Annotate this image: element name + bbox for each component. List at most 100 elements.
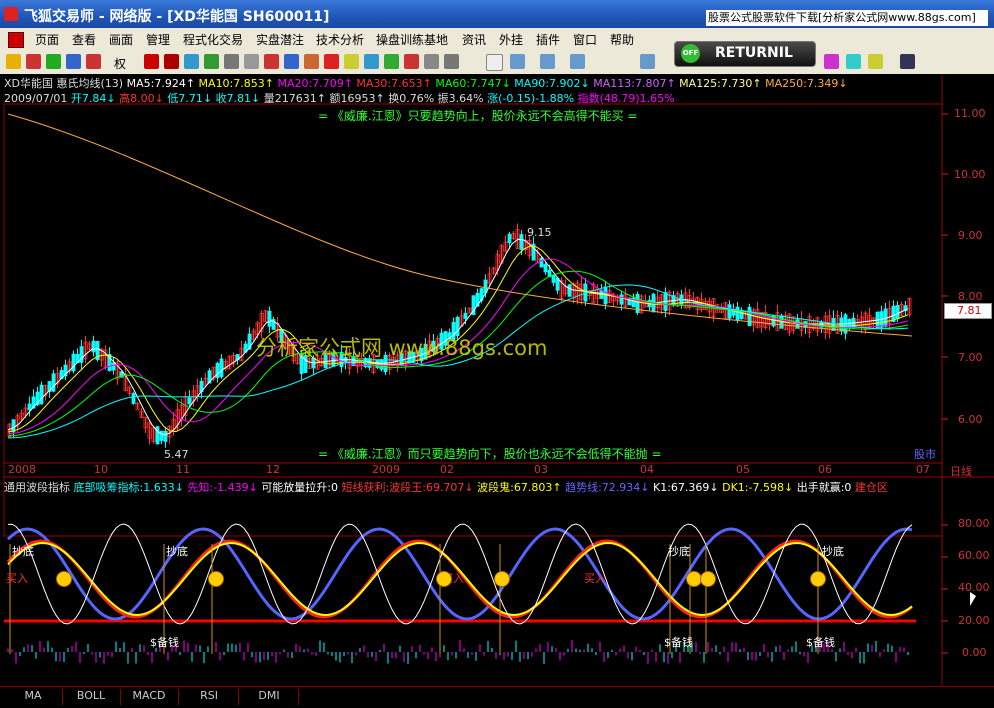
fib-tool-icon[interactable] <box>570 54 585 69</box>
beiqian-label: $备钱 <box>664 636 693 649</box>
ad-banner[interactable]: 股票公式股票软件下载[分析家公式网www.88gs.com] <box>706 10 988 26</box>
glasses-icon[interactable] <box>144 54 159 69</box>
menu-help[interactable]: 帮助 <box>610 31 634 48</box>
menu-analysis[interactable]: 技术分析 <box>316 31 364 48</box>
y-tick: 10.00 <box>954 168 986 181</box>
menu-page[interactable]: 页面 <box>35 31 59 48</box>
pencil-icon[interactable] <box>344 54 359 69</box>
price-tag: 7.81 <box>944 303 992 319</box>
quote-icon[interactable] <box>284 54 299 69</box>
ohlc-info-line: 2009/07/01 开7.84↓ 高8.00↓ 低7.71↓ 收7.81↓ 量… <box>4 90 675 106</box>
move-icon[interactable] <box>46 54 61 69</box>
ma113-value: MA113:7.807↑ <box>593 77 676 90</box>
globe-icon[interactable] <box>384 54 399 69</box>
x-tick: 10 <box>94 463 108 476</box>
menu-screen[interactable]: 画面 <box>109 31 133 48</box>
pointer-icon[interactable] <box>486 54 503 71</box>
tab-ma[interactable]: MA <box>4 689 63 705</box>
menu-view[interactable]: 查看 <box>72 31 96 48</box>
app-logo-icon <box>4 7 18 21</box>
amplitude-value: 振3.64% <box>437 92 484 105</box>
quan-selector[interactable]: 权 <box>114 55 126 72</box>
x-tick: 11 <box>176 463 190 476</box>
candle-body <box>543 264 548 273</box>
palette-icon[interactable] <box>846 54 861 69</box>
ma20-value: MA20:7.709↑ <box>277 77 353 90</box>
menu-app-icon[interactable] <box>8 32 24 48</box>
mairu-label: 买入 <box>584 572 606 585</box>
flag-icon[interactable] <box>868 54 883 69</box>
x-tick: 2009 <box>372 463 400 476</box>
period-label[interactable]: 日线 <box>950 463 972 479</box>
folder-icon[interactable] <box>6 54 21 69</box>
tab-macd[interactable]: MACD <box>120 689 179 705</box>
save-icon[interactable] <box>900 54 915 69</box>
ma125-value: MA125:7.730↑ <box>679 77 762 90</box>
chaodi-label: 抄底 <box>12 545 34 558</box>
candle-body <box>163 430 168 442</box>
monitor-icon[interactable] <box>264 54 279 69</box>
layout-icon[interactable] <box>244 54 259 69</box>
menu-plugin-ext[interactable]: 外挂 <box>499 31 523 48</box>
grid-icon[interactable] <box>26 54 41 69</box>
book-icon[interactable] <box>364 54 379 69</box>
ma250-value: MA250:7.349↓ <box>765 77 848 90</box>
arrows-icon[interactable] <box>86 54 101 69</box>
alarm-icon[interactable] <box>404 54 419 69</box>
menu-live[interactable]: 实盘潜注 <box>256 31 304 48</box>
lock-icon[interactable] <box>444 54 459 69</box>
smiley-icon <box>810 571 826 587</box>
news-icon[interactable] <box>304 54 319 69</box>
menu-manage[interactable]: 管理 <box>146 31 170 48</box>
tab-dmi[interactable]: DMI <box>240 689 299 705</box>
candle-body <box>619 294 624 305</box>
volume-value: 量217631↑ <box>263 92 326 105</box>
candle-body <box>219 358 224 378</box>
smiley-icon <box>208 571 224 587</box>
returnil-badge[interactable]: OFF RETURNIL <box>674 41 816 67</box>
clock-icon[interactable] <box>424 54 439 69</box>
tab-rsi[interactable]: RSI <box>180 689 239 705</box>
market-label[interactable]: 股市 <box>914 446 936 462</box>
toolbar: 权 <box>0 50 994 75</box>
candle-body <box>51 373 56 392</box>
menu-training[interactable]: 操盘训练基地 <box>376 31 448 48</box>
color-icon[interactable] <box>824 54 839 69</box>
tab-boll[interactable]: BOLL <box>62 689 121 705</box>
chart-icon[interactable] <box>224 54 239 69</box>
candle-body <box>71 353 76 372</box>
resize-icon[interactable] <box>66 54 81 69</box>
ma-lines-layer <box>7 113 913 439</box>
amount-value: 额16953↑ <box>329 92 385 105</box>
menu-window[interactable]: 窗口 <box>573 31 597 48</box>
menu-program-trading[interactable]: 程式化交易 <box>183 31 243 48</box>
index-value: 指数(48.79)1.65% <box>577 92 675 105</box>
indicator-layer <box>4 523 916 664</box>
candle-body <box>267 310 272 327</box>
high-value: 高8.00↓ <box>119 92 164 105</box>
ind-k1: K1:67.369↓ <box>653 481 719 494</box>
title-bar: 飞狐交易师 - 网络版 - [XD华能国 SH600011] 股票公式股票软件下… <box>0 0 994 28</box>
channel-tool-icon[interactable] <box>540 54 555 69</box>
candle-body <box>551 274 556 283</box>
cross-icon[interactable] <box>184 54 199 69</box>
chart-area[interactable]: XD华能国 惠氏均线(13) MA5:7.924↑ MA10:7.853↑ MA… <box>0 74 994 686</box>
window-title: 飞狐交易师 - 网络版 - [XD华能国 SH600011] <box>24 9 330 25</box>
mouse-cursor-icon <box>970 592 976 606</box>
k-chart-icon[interactable] <box>164 54 179 69</box>
watermark: 分析家公式网 www.88gs.com <box>256 336 548 360</box>
x-tick: 05 <box>736 463 750 476</box>
candle-body <box>187 397 192 405</box>
open-value: 开7.84↓ <box>70 92 116 105</box>
x-tick: 07 <box>916 463 930 476</box>
menu-news[interactable]: 资讯 <box>462 31 486 48</box>
menu-plugins[interactable]: 插件 <box>536 31 560 48</box>
candle-body <box>11 419 16 433</box>
table-icon[interactable] <box>204 54 219 69</box>
period-tool-icon[interactable] <box>640 54 655 69</box>
ind-y-tick: 80.00 <box>958 517 990 530</box>
y-tick: 7.00 <box>958 351 983 364</box>
candle-body <box>519 234 524 250</box>
line-tool-icon[interactable] <box>510 54 525 69</box>
bell-icon[interactable] <box>324 54 339 69</box>
